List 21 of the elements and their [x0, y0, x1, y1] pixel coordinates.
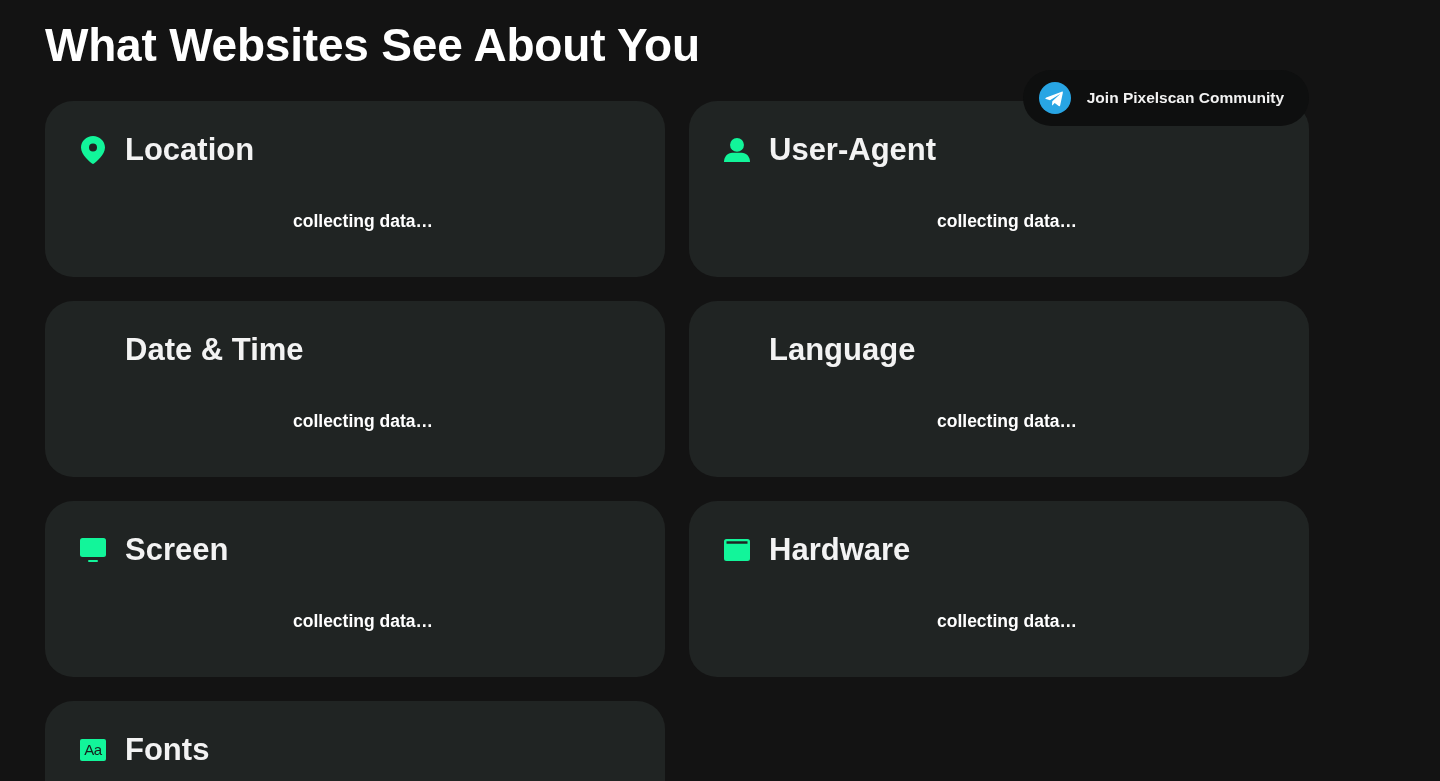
card-title: User-Agent — [769, 134, 937, 165]
card-title: Screen — [125, 534, 229, 565]
card-title: Fonts — [125, 734, 210, 765]
card-title: Hardware — [769, 534, 911, 565]
card-title: Date & Time — [125, 334, 304, 365]
status-text: collecting data… — [293, 411, 433, 431]
status-text: collecting data… — [293, 611, 433, 631]
font-icon: Aa — [80, 738, 106, 761]
status-text: collecting data… — [937, 211, 1077, 231]
monitor-icon — [80, 537, 106, 562]
user-icon — [724, 136, 750, 163]
status-text: collecting data… — [293, 211, 433, 231]
status-text: collecting data… — [937, 611, 1077, 631]
card-title: Language — [769, 334, 916, 365]
community-button[interactable]: Join Pixelscan Community — [1022, 70, 1309, 126]
status-text: collecting data… — [937, 411, 1077, 431]
page-title: What Websites See About You — [45, 22, 701, 68]
map-pin-icon — [81, 135, 105, 164]
card-title: Location — [125, 134, 255, 165]
paper-plane-icon — [1038, 82, 1071, 114]
window-icon — [724, 538, 750, 561]
